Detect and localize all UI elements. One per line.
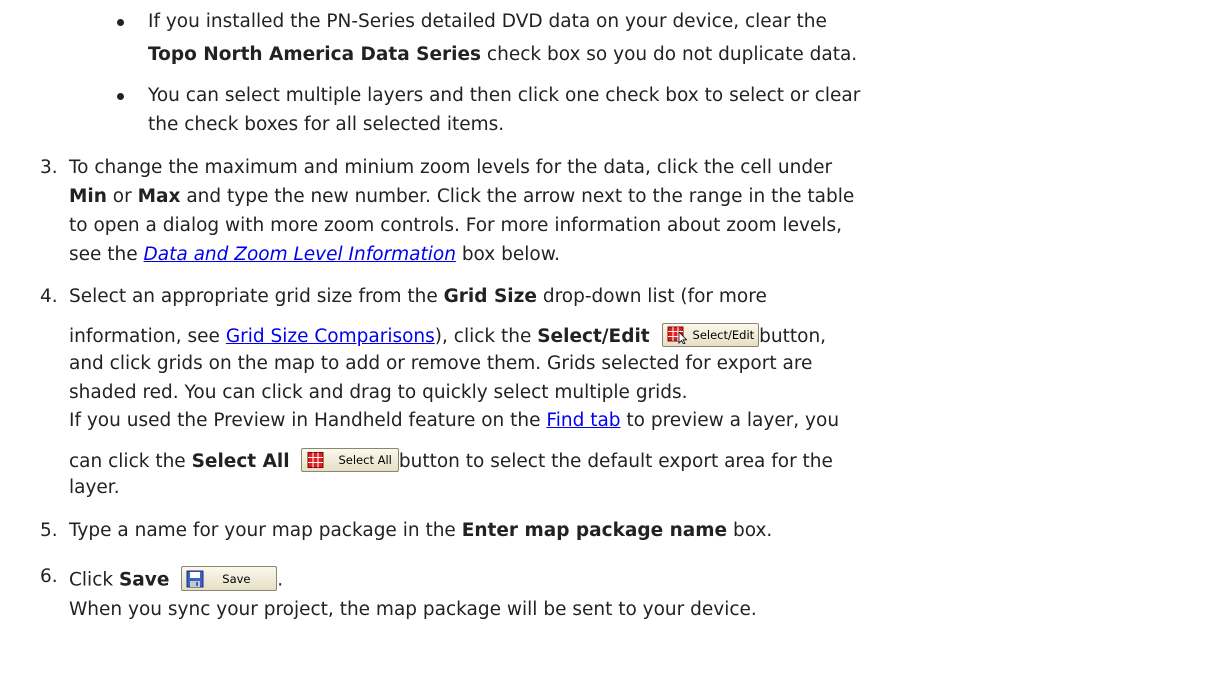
step-4-number: 4. — [40, 286, 58, 307]
step-4-line-3: and click grids on the map to add or rem… — [69, 353, 813, 374]
bold-save: Save — [118, 569, 170, 591]
bold-topo-data-series: Topo North America Data Series — [148, 44, 482, 65]
bold-max: Max — [137, 186, 181, 207]
bold-select-edit: Select/Edit — [537, 326, 650, 347]
step-3-line-3: to open a dialog with more zoom controls… — [69, 215, 842, 236]
step-4-line-2: information, see Grid Size Comparisons),… — [69, 323, 826, 348]
step-4-line-1: Select an appropriate grid size from the… — [69, 286, 767, 307]
step-4-line-6: can click the Select All Select All butt… — [69, 448, 833, 473]
bold-min: Min — [69, 186, 107, 207]
step-4-line-4: shaded red. You can click and drag to qu… — [69, 382, 688, 403]
step-6-number: 6. — [40, 566, 58, 587]
help-page: If you installed the PN-Series detailed … — [0, 0, 1208, 675]
step-3-line-4: see the Data and Zoom Level Information … — [69, 244, 561, 265]
grid-select-all-icon — [307, 452, 324, 468]
bullet-2-line-1: You can select multiple layers and then … — [148, 85, 861, 106]
step-3-line-2: Min or Max and type the new number. Clic… — [69, 186, 855, 207]
step-3-number: 3. — [40, 157, 58, 178]
bullet-dot — [117, 93, 124, 100]
step-3-line-1: To change the maximum and minium zoom le… — [69, 157, 833, 178]
bullet-1-line-2: Topo North America Data Series check box… — [148, 44, 858, 65]
select-edit-button[interactable]: Select/Edit — [661, 323, 760, 347]
floppy-disk-icon — [186, 570, 204, 587]
select-all-button[interactable]: Select All — [301, 448, 399, 472]
bullet-dot — [117, 19, 124, 26]
bold-enter-map-package-name: Enter map package name — [461, 520, 728, 541]
bullet-1-line-1: If you installed the PN-Series detailed … — [148, 11, 827, 32]
bold-grid-size: Grid Size — [443, 286, 537, 307]
step-4-line-5: If you used the Preview in Handheld feat… — [69, 410, 840, 431]
grid-size-comparisons-link[interactable]: Grid Size Comparisons — [226, 326, 435, 347]
save-button-label: Save — [222, 571, 251, 586]
save-button[interactable]: Save — [181, 566, 278, 591]
step-6-line-1: Click Save Save . — [69, 566, 283, 592]
bullet-2-line-2: the check boxes for all selected items. — [148, 114, 505, 135]
select-edit-button-label: Select/Edit — [692, 328, 755, 342]
grid-select-icon — [667, 326, 687, 344]
find-tab-link[interactable]: Find tab — [546, 410, 620, 431]
step-5-line: Type a name for your map package in the … — [69, 520, 773, 541]
select-all-button-label: Select All — [338, 453, 392, 467]
step-4-line-7: layer. — [69, 477, 120, 498]
data-zoom-level-info-link[interactable]: Data and Zoom Level Information — [144, 244, 456, 265]
step-5-number: 5. — [40, 520, 58, 541]
bold-select-all: Select All — [191, 451, 290, 472]
step-6-line-2: When you sync your project, the map pack… — [69, 599, 757, 620]
